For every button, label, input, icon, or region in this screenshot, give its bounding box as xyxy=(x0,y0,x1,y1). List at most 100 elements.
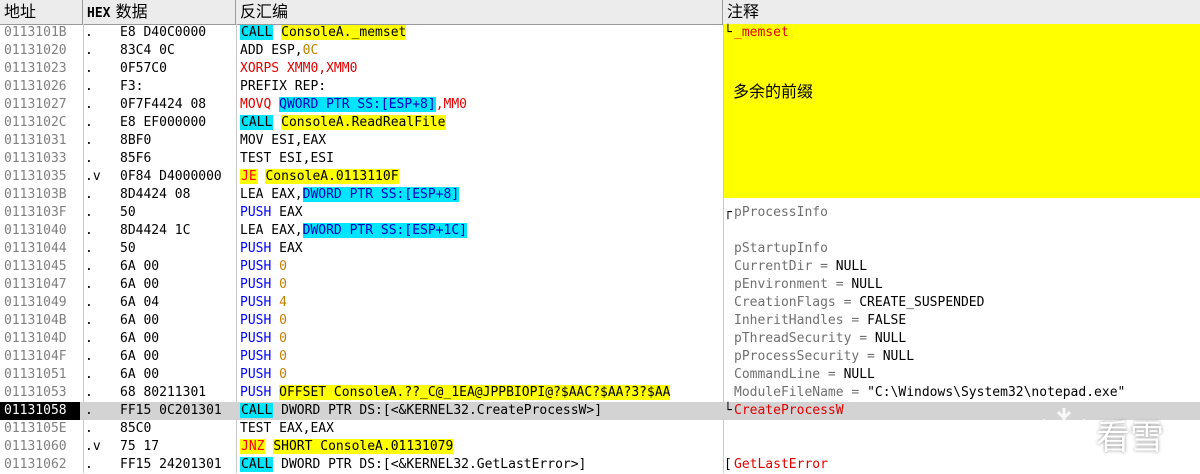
comment-token: CREATE_SUSPENDED xyxy=(859,295,985,310)
disasm-token: DWORD PTR SS:[ESP+1C] xyxy=(302,223,467,238)
instruction-row[interactable]: 01131049. 6A 04 PUSH 4 CreationFlags = CREA… xyxy=(0,294,1200,312)
disassembly-cell: TEST ESI,ESI xyxy=(240,150,720,168)
disasm-token: CALL xyxy=(240,457,274,472)
disasm-token xyxy=(271,331,279,346)
comment-token: FALSE xyxy=(867,313,907,328)
jump-marker: . xyxy=(85,421,93,436)
instruction-row[interactable]: 0113102C. E8 EF000000 CALL ConsoleA.ReadRe… xyxy=(0,114,1200,132)
jump-marker: . xyxy=(85,205,93,220)
instruction-row[interactable]: 0113103B. 8D4424 08 LEA EAX,DWORD PTR SS:[… xyxy=(0,186,1200,204)
comment-cell xyxy=(734,114,1200,132)
disassembly-cell: XORPS XMM0,XMM0 xyxy=(240,60,720,78)
disasm-token: 0 xyxy=(279,331,287,346)
disasm-token: PUSH xyxy=(240,241,272,256)
comment-token: NULL xyxy=(835,259,868,274)
disasm-token xyxy=(273,25,281,40)
disassembly-cell: PUSH EAX xyxy=(240,240,720,258)
hex-bytes-cell: 0F7F4424 08 xyxy=(120,97,207,112)
instruction-row[interactable]: 01131047. 6A 00 PUSH 0 pEnvironment = NULL xyxy=(0,276,1200,294)
disasm-token xyxy=(271,367,279,382)
hex-bytes-cell: 85F6 xyxy=(120,151,152,166)
instruction-row[interactable]: 01131062. FF15 24201301 CALL DWORD PTR DS:… xyxy=(0,456,1200,474)
disassembly-cell: LEA EAX,DWORD PTR SS:[ESP+1C] xyxy=(240,222,720,240)
address-cell: 01131053 xyxy=(4,385,67,400)
jump-marker: . xyxy=(85,403,93,418)
disasm-token: SHORT ConsoleA.01131079 xyxy=(273,439,454,454)
disasm-token: OFFSET ConsoleA.??_C@_1EA@JPPBIOPI@?$AAC… xyxy=(279,385,671,400)
jump-marker: . xyxy=(85,133,93,148)
disasm-token: CALL xyxy=(240,403,274,418)
instruction-row[interactable]: 0113105E. 85C0 TEST EAX,EAX xyxy=(0,420,1200,438)
hex-bytes-cell: 50 xyxy=(120,205,136,220)
disasm-token: 4 xyxy=(279,295,287,310)
instruction-row[interactable]: 01131051. 6A 00 PUSH 0 CommandLine = NULL xyxy=(0,366,1200,384)
column-header-address[interactable]: 地址 xyxy=(0,0,83,24)
comment-token: CommandLine = xyxy=(734,367,844,382)
comment-token: pStartupInfo xyxy=(734,241,828,256)
instruction-row[interactable]: 01131020. 83C4 0C ADD ESP,0C xyxy=(0,42,1200,60)
hex-bytes-cell: 6A 00 xyxy=(120,277,160,292)
jump-marker: . xyxy=(85,367,93,382)
disasm-token xyxy=(271,385,279,400)
jump-marker: . xyxy=(85,25,93,40)
instruction-row[interactable]: 01131027. 0F7F4424 08 MOVQ QWORD PTR SS:[E… xyxy=(0,96,1200,114)
disasm-token: 0 xyxy=(279,313,287,328)
call-bracket-icon: └ xyxy=(724,25,732,40)
instruction-row[interactable]: 01131033. 85F6 TEST ESI,ESI xyxy=(0,150,1200,168)
jump-marker: . xyxy=(85,61,93,76)
column-header-comment[interactable]: 注释 xyxy=(723,0,1200,24)
comment-token: NULL xyxy=(843,367,875,382)
comment-token: NULL xyxy=(882,349,915,364)
disassembly-cell: PUSH 0 xyxy=(240,276,720,294)
comment-cell xyxy=(734,132,1200,150)
column-header-hex[interactable]: HEX 数据 xyxy=(83,0,236,24)
disassembly-cell: PUSH EAX xyxy=(240,204,720,222)
disassembly-cell: PUSH 0 xyxy=(240,366,720,384)
jump-marker: . xyxy=(85,43,93,58)
instruction-row[interactable]: 0113103F. 50 PUSH EAX pProcessInfo ┌ xyxy=(0,204,1200,222)
comment-token: NULL xyxy=(874,331,907,346)
comment-cell xyxy=(734,42,1200,60)
jump-marker: . xyxy=(85,259,93,274)
hex-bytes-cell: 6A 00 xyxy=(120,367,160,382)
disasm-token: MOVQ xyxy=(240,97,272,112)
disassembly-cell: PREFIX REP: xyxy=(240,78,720,96)
instruction-row[interactable]: 0113104F. 6A 00 PUSH 0 pProcessSecurity = N… xyxy=(0,348,1200,366)
disassembly-listing[interactable]: 0113101B. E8 D40C0000 CALL ConsoleA._memse… xyxy=(0,24,1200,474)
jump-marker: . xyxy=(85,385,93,400)
instruction-row[interactable]: 01131044. 50 PUSH EAX pStartupInfo xyxy=(0,240,1200,258)
instruction-row[interactable]: 01131026. F3: PREFIX REP: xyxy=(0,78,1200,96)
instruction-row[interactable]: 0113104B. 6A 00 PUSH 0 InheritHandles = FAL… xyxy=(0,312,1200,330)
column-header-disassembly[interactable]: 反汇编 xyxy=(236,0,723,24)
disasm-token: MOV ESI,EAX xyxy=(240,133,327,148)
hex-bytes-cell: FF15 24201301 xyxy=(120,457,222,472)
disasm-token xyxy=(273,115,281,130)
instruction-row[interactable]: 0113104D. 6A 00 PUSH 0 pThreadSecurity = NU… xyxy=(0,330,1200,348)
hex-bytes-cell: 8D4424 1C xyxy=(120,223,191,238)
instruction-row[interactable]: 01131035 .v 0F84 D4000000 JE ConsoleA.01131… xyxy=(0,168,1200,186)
address-cell: 0113104D xyxy=(4,331,67,346)
disassembly-cell: PUSH 0 xyxy=(240,258,720,276)
disasm-token xyxy=(271,97,279,112)
instruction-row[interactable]: 01131040. 8D4424 1C LEA EAX,DWORD PTR SS:[… xyxy=(0,222,1200,240)
address-cell: 01131051 xyxy=(4,367,67,382)
disassembly-cell: CALL DWORD PTR DS:[<&KERNEL32.GetLastErr… xyxy=(240,456,720,474)
disasm-token: 0 xyxy=(279,259,287,274)
instruction-row[interactable]: 01131045. 6A 00 PUSH 0 CurrentDir = NULL xyxy=(0,258,1200,276)
instruction-row[interactable]: 01131053. 68 80211301 PUSH OFFSET ConsoleA… xyxy=(0,384,1200,402)
disasm-token: DWORD PTR SS:[ESP+8] xyxy=(302,187,460,202)
instruction-row[interactable]: 01131060 .v 75 17 JNZ SHORT ConsoleA.011310… xyxy=(0,438,1200,456)
address-cell: 01131058 xyxy=(0,402,80,420)
hex-bytes-cell: 8BF0 xyxy=(120,133,152,148)
comment-cell xyxy=(734,222,1200,240)
selected-instruction-row[interactable]: 01131058. FF15 0C201301 CALL DWORD PTR DS:… xyxy=(0,402,1200,420)
instruction-row[interactable]: 0113101B. E8 D40C0000 CALL ConsoleA._memse… xyxy=(0,24,1200,42)
instruction-row[interactable]: 01131031. 8BF0 MOV ESI,EAX xyxy=(0,132,1200,150)
instruction-row[interactable]: 01131023. 0F57C0 XORPS XMM0,XMM0 xyxy=(0,60,1200,78)
comment-cell: CurrentDir = NULL xyxy=(734,258,1200,276)
disasm-token xyxy=(271,313,279,328)
jump-marker: .v xyxy=(85,439,101,454)
disassembly-cell: PUSH 0 xyxy=(240,348,720,366)
disasm-token xyxy=(271,295,279,310)
hex-bytes-cell: F3: xyxy=(120,79,144,94)
